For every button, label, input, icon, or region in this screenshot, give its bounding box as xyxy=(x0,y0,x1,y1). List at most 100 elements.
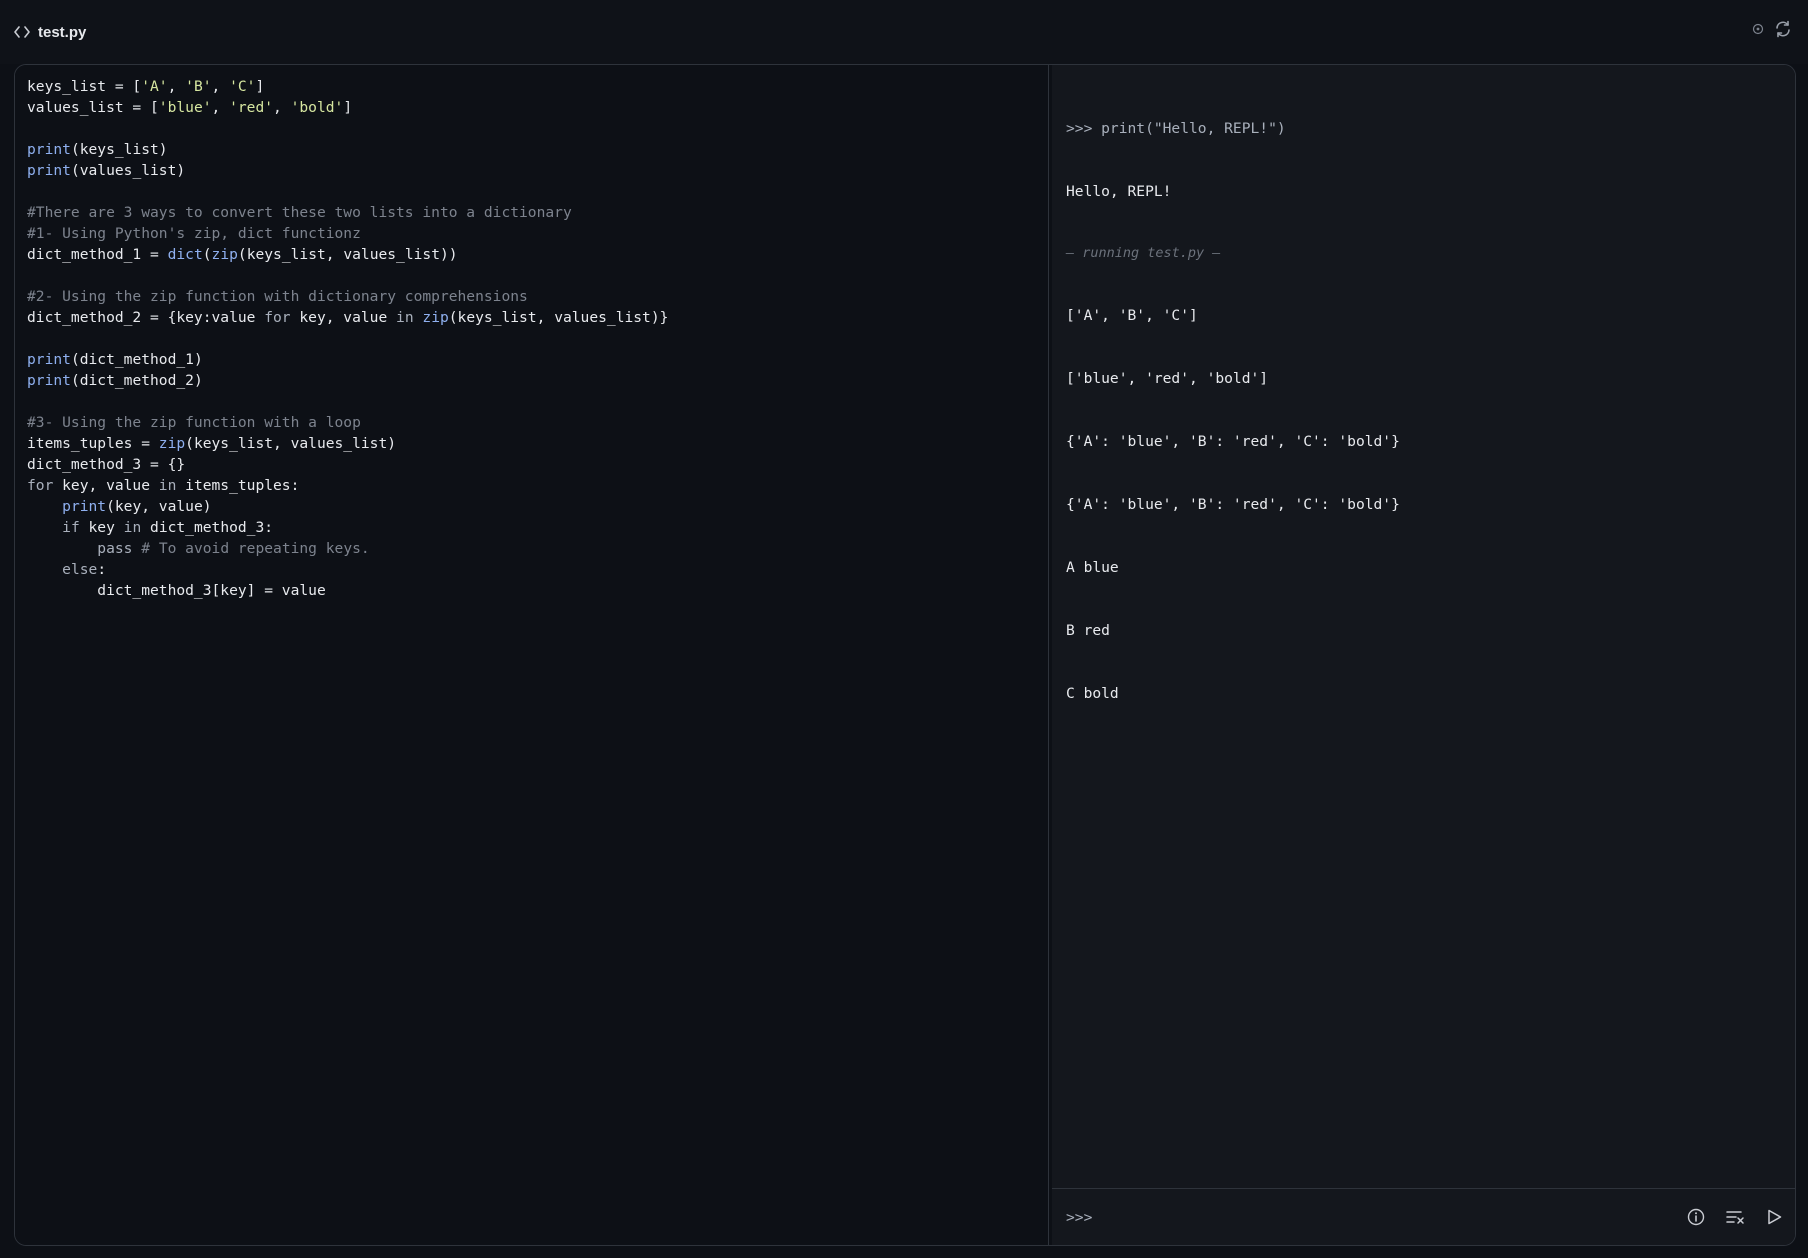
code-editor[interactable]: keys_list = ['A', 'B', 'C'] values_list =… xyxy=(15,65,1049,1245)
code-line[interactable]: #1- Using Python's zip, dict functionz xyxy=(27,223,668,244)
refresh-icon[interactable] xyxy=(1774,20,1792,38)
code-token: zip xyxy=(211,246,238,263)
code-token: , xyxy=(167,78,186,95)
code-token: print xyxy=(27,141,71,158)
code-token: in xyxy=(158,477,177,494)
code-token: #2- Using the zip function with dictiona… xyxy=(27,288,528,305)
code-line[interactable] xyxy=(27,391,668,412)
code-line[interactable]: values_list = ['blue', 'red', 'bold'] xyxy=(27,97,668,118)
code-token: 'blue' xyxy=(158,99,212,116)
top-bar-actions xyxy=(1752,20,1792,38)
info-icon[interactable] xyxy=(1687,1208,1705,1226)
code-token: zip xyxy=(158,435,186,452)
code-token: for xyxy=(264,309,291,326)
code-line[interactable]: pass # To avoid repeating keys. xyxy=(27,538,668,559)
code-token: in xyxy=(396,309,414,326)
code-token: (dict_method_2) xyxy=(70,372,203,389)
repl-output: >>> print("Hello, REPL!") Hello, REPL! —… xyxy=(1066,76,1400,746)
code-token: # To avoid repeating keys. xyxy=(141,540,370,557)
top-bar: test.py xyxy=(0,0,1808,64)
code-line[interactable]: dict_method_1 = dict(zip(keys_list, valu… xyxy=(27,244,668,265)
code-line[interactable]: keys_list = ['A', 'B', 'C'] xyxy=(27,76,668,97)
code-line[interactable]: items_tuples = zip(keys_list, values_lis… xyxy=(27,433,668,454)
code-token: in xyxy=(123,519,142,536)
run-icon[interactable] xyxy=(1765,1208,1783,1226)
code-token: key, value xyxy=(290,309,397,326)
code-token: dict_method_3 = {} xyxy=(27,456,186,473)
code-line[interactable]: print(dict_method_1) xyxy=(27,349,668,370)
clear-output-icon[interactable] xyxy=(1725,1208,1745,1226)
code-token: 'bold' xyxy=(290,99,344,116)
code-token: values_list = [ xyxy=(27,99,159,116)
code-token: : xyxy=(97,561,107,578)
code-token: #3- Using the zip function with a loop xyxy=(27,414,361,431)
code-line[interactable]: dict_method_2 = {key:value for key, valu… xyxy=(27,307,668,328)
code-line[interactable]: else: xyxy=(27,559,668,580)
code-token: dict_method_2 = {key:value xyxy=(27,309,265,326)
code-token: key, value xyxy=(53,477,159,494)
code-line[interactable]: dict_method_3[key] = value xyxy=(27,580,668,601)
code-token: (keys_list, values_list)} xyxy=(448,309,669,326)
repl-input-bar: >>> xyxy=(1052,1188,1795,1245)
repl-output-line: {'A': 'blue', 'B': 'red', 'C': 'bold'} xyxy=(1066,433,1400,450)
code-line[interactable]: #2- Using the zip function with dictiona… xyxy=(27,286,668,307)
code-token: (key, value) xyxy=(106,498,212,515)
code-line[interactable] xyxy=(27,181,668,202)
code-token: 'red' xyxy=(229,99,274,116)
code-token: (dict_method_1) xyxy=(70,351,203,368)
circle-dot-icon[interactable] xyxy=(1752,23,1764,35)
repl-output-line: ['blue', 'red', 'bold'] xyxy=(1066,370,1269,387)
code-line[interactable]: #There are 3 ways to convert these two l… xyxy=(27,202,668,223)
file-name: test.py xyxy=(38,23,87,41)
code-line[interactable]: print(values_list) xyxy=(27,160,668,181)
repl-hello-output: Hello, REPL! xyxy=(1066,183,1172,200)
code-line[interactable]: if key in dict_method_3: xyxy=(27,517,668,538)
code-token: print xyxy=(27,162,71,179)
code-token: items_tuples: xyxy=(176,477,300,494)
repl-output-line: C bold xyxy=(1066,685,1119,702)
code-token: dict xyxy=(167,246,203,263)
code-line[interactable]: print(key, value) xyxy=(27,496,668,517)
code-token: ] xyxy=(343,99,353,116)
workspace: keys_list = ['A', 'B', 'C'] values_list =… xyxy=(14,64,1796,1246)
code-line[interactable]: print(keys_list) xyxy=(27,139,668,160)
code-line[interactable] xyxy=(27,328,668,349)
code-token: (keys_list) xyxy=(70,141,168,158)
code-token: zip xyxy=(422,309,449,326)
code-content[interactable]: keys_list = ['A', 'B', 'C'] values_list =… xyxy=(27,76,668,601)
code-token: for xyxy=(27,477,54,494)
code-token: 'C' xyxy=(229,78,256,95)
code-token: print xyxy=(62,498,107,515)
repl-command-line: >>> print("Hello, REPL!") xyxy=(1066,120,1286,137)
code-token: , xyxy=(211,78,230,95)
code-token: keys_list = [ xyxy=(27,78,142,95)
code-line[interactable]: #3- Using the zip function with a loop xyxy=(27,412,668,433)
repl-panel: >>> print("Hello, REPL!") Hello, REPL! —… xyxy=(1052,65,1795,1245)
code-token: if xyxy=(62,519,80,536)
code-token: , xyxy=(273,99,291,116)
code-line[interactable]: print(dict_method_2) xyxy=(27,370,668,391)
code-token: ] xyxy=(255,78,265,95)
file-tab[interactable]: test.py xyxy=(14,24,86,41)
repl-output-line: {'A': 'blue', 'B': 'red', 'C': 'bold'} xyxy=(1066,496,1400,513)
repl-input[interactable] xyxy=(1100,1201,1687,1233)
code-line[interactable] xyxy=(27,265,668,286)
code-token: ( xyxy=(202,246,212,263)
repl-output-line: B red xyxy=(1066,622,1110,639)
code-token: pass xyxy=(97,540,133,557)
code-token: (keys_list, values_list) xyxy=(185,435,397,452)
code-token: dict_method_1 = xyxy=(27,246,168,263)
code-line[interactable] xyxy=(27,118,668,139)
repl-actions xyxy=(1687,1208,1783,1226)
code-line[interactable]: for key, value in items_tuples: xyxy=(27,475,668,496)
code-token: key xyxy=(79,519,124,536)
code-line[interactable]: dict_method_3 = {} xyxy=(27,454,668,475)
repl-output-line: A blue xyxy=(1066,559,1119,576)
code-token: dict_method_3[key] = value xyxy=(27,582,326,599)
code-token: print xyxy=(27,351,71,368)
code-token: #There are 3 ways to convert these two l… xyxy=(27,204,572,221)
